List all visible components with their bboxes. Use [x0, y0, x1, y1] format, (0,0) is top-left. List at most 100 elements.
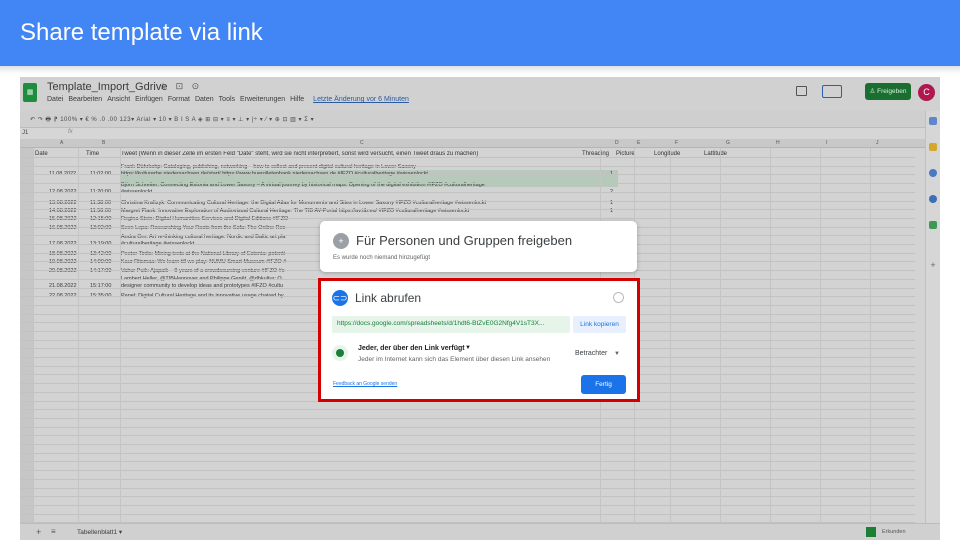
feedback-link[interactable]: Feedback an Google senden: [333, 381, 397, 387]
sheets-logo-icon[interactable]: ▦: [23, 83, 37, 102]
role-dropdown-arrow-icon[interactable]: ▼: [614, 351, 620, 357]
menu-bearbeiten[interactable]: Bearbeiten: [68, 96, 102, 103]
menu-erweiterungen[interactable]: Erweiterungen: [240, 96, 285, 103]
menu-bar: Datei Bearbeiten Ansicht Einfügen Format…: [47, 96, 409, 103]
row-gridline: [20, 192, 915, 193]
link-icon: ⊂⊃: [332, 290, 348, 306]
column-headers: A B C D E F G H I J: [20, 139, 925, 148]
side-panel: +: [925, 111, 940, 523]
cell-date: 19.08.2022: [49, 259, 77, 265]
column-header-f[interactable]: F: [675, 140, 678, 146]
column-header-a[interactable]: A: [60, 140, 63, 146]
column-header-g[interactable]: G: [726, 140, 730, 146]
menu-format[interactable]: Format: [168, 96, 190, 103]
add-sheet-icon[interactable]: +: [36, 527, 41, 537]
general-access-description: Jeder im Internet kann sich das Element …: [358, 356, 551, 363]
cell-date: 16.08.2022: [49, 225, 77, 231]
row-gridline: [20, 488, 915, 489]
slide: Share template via link ▦ Template_Impor…: [0, 0, 960, 540]
tasks-icon[interactable]: [929, 169, 937, 177]
add-person-icon: +: [333, 233, 349, 249]
table-row[interactable]: 12.08.202211:20:00Björn Schreiter: Conne…: [20, 182, 620, 199]
row-gridline: [20, 409, 915, 410]
column-gridline: [670, 148, 671, 523]
column-header-i[interactable]: I: [826, 140, 827, 146]
add-addon-icon[interactable]: +: [929, 261, 937, 270]
column-gridline: [120, 148, 121, 523]
sheets-header: ▦ Template_Import_Gdrive ☆ ⊡ ⊙ Datei Bea…: [20, 77, 940, 111]
row-gridline: [20, 435, 915, 436]
row-gridline: [20, 218, 915, 219]
contacts-icon[interactable]: [929, 195, 937, 203]
cell-time: 13:02:00: [90, 225, 112, 231]
column-gridline: [820, 148, 821, 523]
toolbar-controls[interactable]: ↶ ↷ 🖶 ⁋ 100% ▾ € % .0 .00 123▾ Arial ▾ 1…: [30, 115, 314, 125]
copy-link-button[interactable]: Link kopieren: [573, 316, 626, 333]
people-dialog-title: Für Personen und Gruppen freigeben: [356, 233, 573, 248]
explore-label[interactable]: Erkunden: [882, 529, 906, 535]
column-header-d[interactable]: D: [615, 140, 619, 146]
cell-reference[interactable]: J1: [22, 130, 28, 136]
link-url-field[interactable]: https://docs.google.com/spreadsheets/d/1…: [332, 316, 570, 333]
explore-icon[interactable]: [866, 527, 876, 537]
menu-daten[interactable]: Daten: [195, 96, 214, 103]
role-dropdown[interactable]: Betrachter: [575, 350, 607, 357]
column-header-j[interactable]: J: [876, 140, 879, 146]
formatting-toolbar: ↶ ↷ 🖶 ⁋ 100% ▾ € % .0 .00 123▾ Arial ▾ 1…: [20, 111, 925, 127]
menu-einfuegen[interactable]: Einfügen: [135, 96, 163, 103]
document-title[interactable]: Template_Import_Gdrive: [47, 81, 167, 93]
row-gridline: [20, 183, 915, 184]
people-dialog-subtitle: Es wurde noch niemand hinzugefügt: [333, 255, 431, 261]
maps-icon[interactable]: [929, 221, 937, 229]
sheet-tab-bar: + ≡ Tabellenblatt1 ▾ Erkunden: [20, 523, 940, 540]
column-header-b[interactable]: B: [102, 140, 105, 146]
present-icon[interactable]: [822, 85, 842, 98]
cell-time: 12:15:00: [90, 216, 112, 222]
star-move-status-icons[interactable]: ☆ ⊡ ⊙: [159, 81, 202, 92]
column-header-e[interactable]: E: [637, 140, 640, 146]
column-header-h[interactable]: H: [776, 140, 780, 146]
row-gridline: [20, 461, 915, 462]
cell-date: 15.08.2022: [49, 216, 77, 222]
column-gridline: [770, 148, 771, 523]
share-button[interactable]: ♙ Freigeben: [865, 83, 911, 100]
row-gridline: [20, 444, 915, 445]
title-banner: Share template via link: [0, 0, 960, 66]
row-gridline: [20, 166, 915, 167]
banner-shadow: [0, 66, 960, 74]
fx-icon: fx: [68, 129, 73, 135]
cell-time: 14:00:00: [90, 259, 112, 265]
menu-datei[interactable]: Datei: [47, 96, 63, 103]
menu-hilfe[interactable]: Hilfe: [290, 96, 304, 103]
cell-time: 14:17:00: [90, 268, 112, 274]
share-people-dialog: + Für Personen und Gruppen freigeben Es …: [320, 221, 637, 272]
keep-icon[interactable]: [929, 143, 937, 151]
access-dropdown-arrow-icon[interactable]: ▼: [465, 345, 471, 351]
row-gridline: [20, 174, 915, 175]
menu-tools[interactable]: Tools: [219, 96, 235, 103]
column-header-c[interactable]: C: [360, 140, 364, 146]
general-access-dropdown[interactable]: Jeder, der über den Link verfügt: [358, 345, 465, 352]
share-button-label: Freigeben: [877, 88, 907, 95]
account-avatar[interactable]: C: [918, 84, 935, 101]
column-gridline: [78, 148, 79, 523]
formula-bar: J1 fx: [20, 127, 925, 139]
row-gridline: [20, 505, 915, 506]
link-dialog-title: Link abrufen: [355, 291, 422, 305]
column-gridline: [720, 148, 721, 523]
cell-time: 13:42:00: [90, 251, 112, 257]
link-url-text: https://docs.google.com/spreadsheets/d/1…: [337, 320, 545, 327]
comment-history-icon[interactable]: [796, 86, 807, 96]
column-gridline: [870, 148, 871, 523]
menu-ansicht[interactable]: Ansicht: [107, 96, 130, 103]
all-sheets-icon[interactable]: ≡: [51, 527, 56, 536]
row-gridline: [20, 470, 915, 471]
done-button[interactable]: Fertig: [581, 375, 626, 394]
row-gridline: [20, 427, 915, 428]
row-gridline: [20, 479, 915, 480]
calendar-icon[interactable]: [929, 117, 937, 125]
last-edit-link[interactable]: Letzte Änderung vor 6 Minuten: [313, 96, 409, 103]
row-gridline: [20, 157, 915, 158]
settings-gear-icon[interactable]: [613, 292, 624, 303]
sheet-tab[interactable]: Tabellenblatt1 ▾: [77, 528, 122, 536]
